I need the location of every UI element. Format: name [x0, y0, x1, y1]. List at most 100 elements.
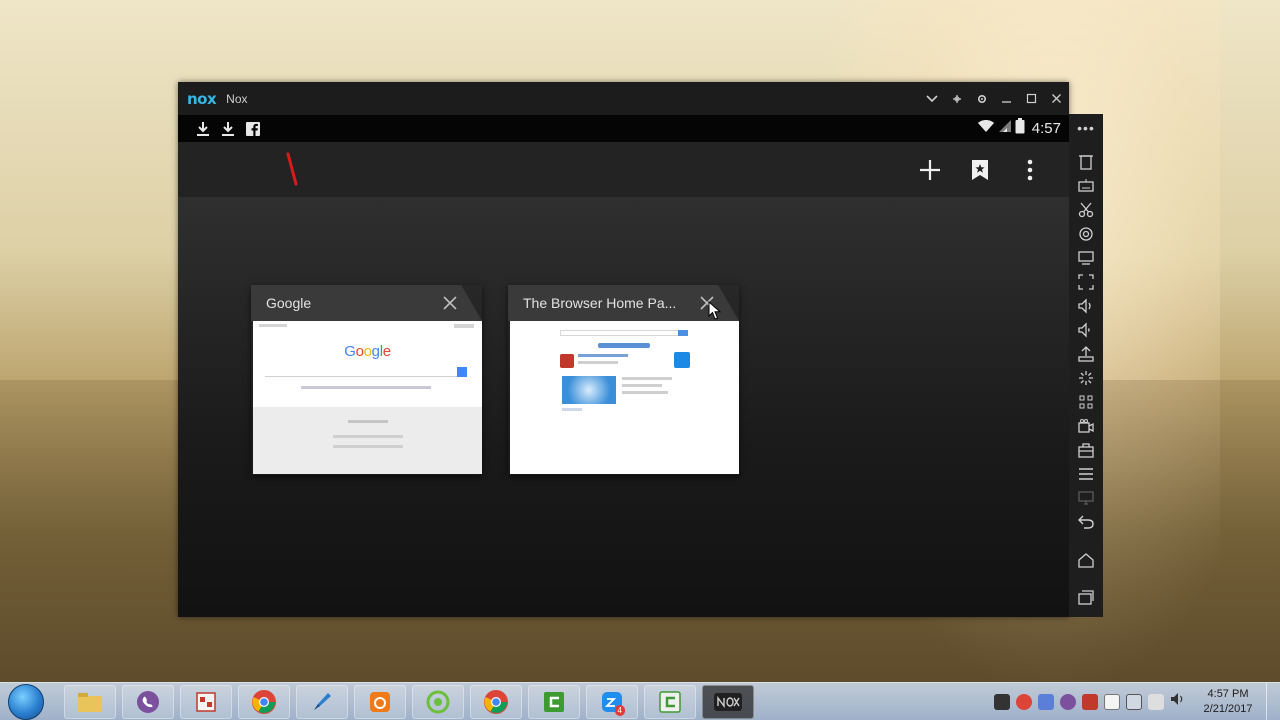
camtasia-icon: [544, 691, 564, 712]
status-time: 4:57: [1031, 120, 1061, 137]
facebook-icon: [240, 119, 265, 139]
logo-letter: e: [382, 343, 391, 360]
clock-time: 4:57 PM: [1207, 687, 1249, 700]
taskbar-coccoc[interactable]: [412, 684, 464, 719]
apk-install-icon[interactable]: [1072, 150, 1100, 174]
multi-instance-icon[interactable]: [1072, 390, 1100, 414]
download-icon: [215, 119, 240, 139]
folder-icon: [78, 692, 102, 712]
menu-icon[interactable]: [1072, 462, 1100, 486]
notification-icons: [190, 119, 265, 139]
network-tray-icon[interactable]: [1126, 693, 1142, 710]
taskbar-chrome-alt[interactable]: [470, 684, 522, 719]
keyboard-icon[interactable]: [1072, 174, 1100, 198]
system-tray: 4:57 PM 2/21/2017: [994, 687, 1258, 717]
more-options-icon[interactable]: •••: [1077, 120, 1095, 150]
battery-icon: [1015, 118, 1025, 139]
office-app-icon: [196, 691, 216, 712]
video-record-icon[interactable]: [1072, 414, 1100, 438]
tab-switcher: Google Google The Browser Home Pa...: [178, 197, 1069, 617]
logo-letter: g: [371, 343, 380, 360]
start-button[interactable]: [8, 683, 44, 720]
mouse-cursor-icon: [708, 301, 722, 320]
fullscreen-icon[interactable]: [1072, 270, 1100, 294]
system-indicators: 4:57: [977, 118, 1061, 139]
minimize-icon[interactable]: [994, 82, 1019, 115]
gear-icon[interactable]: [969, 82, 994, 115]
taskbar-uc-browser[interactable]: [354, 684, 406, 719]
wifi-icon: [977, 119, 995, 138]
shake-icon[interactable]: [1072, 366, 1100, 390]
maximize-icon[interactable]: [1019, 82, 1044, 115]
taskbar-clock[interactable]: 4:57 PM 2/21/2017: [1198, 687, 1258, 717]
logo-letter: G: [344, 343, 356, 360]
tab-title: The Browser Home Pa...: [523, 295, 677, 311]
screen-icon[interactable]: [1072, 246, 1100, 270]
upload-icon[interactable]: [1072, 342, 1100, 366]
pen-icon: [314, 692, 331, 710]
camtasia-recorder-icon: [659, 690, 681, 713]
tab-card-google[interactable]: Google Google: [251, 285, 482, 475]
chrome-icon: [484, 689, 508, 714]
volume-up-icon[interactable]: [1072, 294, 1100, 318]
google-logo: Google: [253, 343, 482, 360]
viber-icon: [137, 690, 159, 713]
overflow-menu-icon[interactable]: [1005, 150, 1055, 190]
logo-letter: o: [355, 343, 364, 360]
volume-down-icon[interactable]: [1072, 318, 1100, 342]
coccoc-icon: [426, 690, 450, 713]
emulator-side-toolbar: •••: [1069, 114, 1103, 617]
taskbar-nox[interactable]: [702, 684, 754, 719]
pin-icon[interactable]: [944, 82, 969, 115]
tab-title: Google: [266, 295, 312, 311]
screen-share-icon[interactable]: [1072, 486, 1100, 510]
chrome-icon: [252, 689, 276, 714]
taskbar-camtasia[interactable]: [528, 684, 580, 719]
back-icon[interactable]: [1072, 510, 1100, 534]
tab-thumbnail: [510, 321, 739, 474]
taskbar-file-explorer[interactable]: [64, 684, 116, 719]
bookmark-icon[interactable]: [955, 150, 1005, 190]
show-desktop-button[interactable]: [1266, 682, 1280, 720]
security-tray-icon[interactable]: [1082, 693, 1098, 710]
logo-letter: o: [363, 343, 372, 360]
taskbar-office-app[interactable]: [180, 684, 232, 719]
clock-date: 2/21/2017: [1203, 702, 1253, 715]
close-icon[interactable]: [1044, 82, 1069, 115]
chrome-tray-icon[interactable]: [1016, 693, 1032, 710]
toolbox-icon[interactable]: [1072, 438, 1100, 462]
viber-tray-icon[interactable]: [1060, 693, 1076, 710]
volume-tray-icon[interactable]: [1170, 691, 1186, 712]
tab-card-browser-home[interactable]: The Browser Home Pa...: [508, 285, 739, 475]
window-titlebar[interactable]: nox Nox: [178, 82, 1069, 115]
tab-thumbnail: Google: [253, 321, 482, 474]
location-icon[interactable]: [1072, 222, 1100, 246]
taskbar-chrome[interactable]: [238, 684, 290, 719]
taskbar-zalo[interactable]: 4: [586, 684, 638, 719]
nox-icon: [714, 692, 742, 711]
chevron-down-icon[interactable]: [919, 82, 944, 115]
notification-badge: 4: [614, 704, 625, 716]
taskbar-viber[interactable]: [122, 684, 174, 719]
close-tab-icon[interactable]: [440, 293, 460, 313]
taskbar-pen-app[interactable]: [296, 684, 348, 719]
calendar-tray-icon[interactable]: [1038, 693, 1054, 710]
nox-logo: nox: [187, 89, 217, 108]
add-tab-icon[interactable]: [905, 150, 955, 190]
uc-browser-icon: [370, 691, 390, 712]
windows-taskbar: 4 4:57 PM 2/21/2017: [0, 682, 1280, 720]
nox-window: nox Nox 4:57 Google Google The Browser H…: [178, 82, 1069, 617]
download-icon: [190, 119, 215, 139]
window-controls: [919, 82, 1069, 115]
toolbar-actions: [905, 150, 1055, 190]
clipboard-tray-icon[interactable]: [1104, 693, 1120, 710]
flag-tray-icon[interactable]: [1148, 693, 1164, 710]
home-icon[interactable]: [1072, 548, 1100, 572]
android-status-bar: 4:57: [178, 115, 1069, 142]
taskbar-camtasia-recorder[interactable]: [644, 684, 696, 719]
signal-icon: [998, 119, 1012, 138]
scissors-icon[interactable]: [1072, 198, 1100, 222]
red-pen-mark: [286, 152, 298, 186]
recent-apps-icon[interactable]: [1072, 586, 1100, 610]
nox-tray-icon[interactable]: [994, 693, 1010, 710]
